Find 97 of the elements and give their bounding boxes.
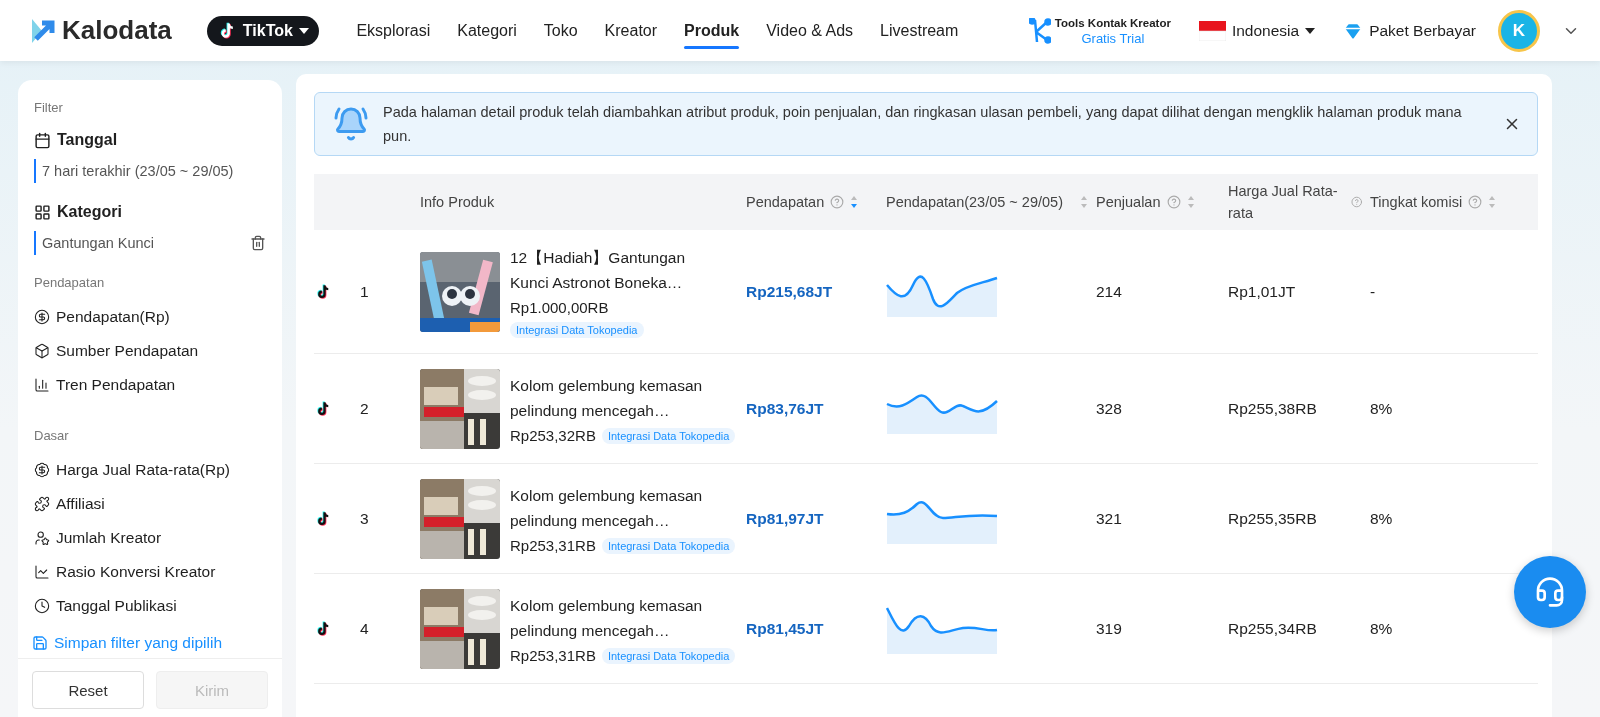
column-header: Pendapatan: [746, 193, 825, 212]
filter-option[interactable]: Rasio Konversi Kreator: [34, 561, 266, 583]
nav-tab[interactable]: Video & Ads: [752, 0, 867, 61]
filter-button[interactable]: Reset: [32, 671, 144, 709]
revenue-cell[interactable]: Rp215,68JT: [746, 282, 886, 301]
nav-tab[interactable]: Kategori: [443, 0, 531, 61]
support-button[interactable]: [1514, 556, 1586, 628]
rank-cell-text: 2: [360, 399, 370, 418]
box-icon: [34, 343, 50, 359]
logo-text: Kalodata: [62, 15, 172, 46]
avg-price-cell-text: Rp255,38RB: [1228, 399, 1318, 418]
filter-value[interactable]: 7 hari terakhir (23/05 ~ 29/05): [34, 159, 266, 183]
help-icon[interactable]: [1350, 195, 1362, 209]
caret-icon: [298, 27, 309, 34]
grid-icon: [34, 203, 51, 221]
avg-price-cell-text: Rp1,01JT: [1228, 282, 1297, 301]
puzzle-icon: [34, 496, 50, 512]
source-tag: Integrasi Data Tokopedia: [601, 427, 736, 444]
sort-icon[interactable]: [1186, 195, 1195, 209]
tools-link[interactable]: Tools Kontak Kreator Gratis Trial: [1028, 15, 1171, 46]
revenue-cell[interactable]: Rp83,76JT: [746, 399, 886, 418]
filter-option[interactable]: Tanggal Publikasi: [34, 595, 266, 617]
sort-icon[interactable]: [1488, 195, 1497, 209]
nav-tab[interactable]: Toko: [530, 0, 592, 61]
dollar-tag-icon: [34, 462, 50, 478]
dollar-icon: [34, 309, 50, 325]
save-icon: [32, 635, 48, 651]
filter-title: Kategori: [57, 203, 122, 221]
column-header: Pendapatan(23/05 ~ 29/05): [886, 193, 1063, 212]
revenue-cell[interactable]: Rp81,45JT: [746, 619, 886, 638]
revenue-cell[interactable]: Rp81,97JT: [746, 509, 886, 528]
rank-cell-text: 3: [360, 509, 370, 528]
sales-cell-text: 319: [1096, 619, 1123, 638]
tools-subtitle: Gratis Trial: [1081, 30, 1145, 46]
help-icon[interactable]: [830, 195, 845, 209]
bell-icon: [333, 106, 369, 142]
help-icon[interactable]: [1468, 195, 1483, 209]
nav-tab[interactable]: Kreator: [591, 0, 671, 61]
filter-option[interactable]: Tren Pendapatan: [34, 374, 266, 396]
rank-cell-text: 4: [360, 619, 370, 638]
filter-title: Tanggal: [57, 131, 118, 149]
notice-text: Pada halaman detail produk telah diambahkan atribut produk, poin penjualan, dan ringkasan ulasan pembeli, yang dapat dilihat dengan mengklik halaman produk mana pun.: [383, 103, 1463, 146]
nav-tab[interactable]: Eksplorasi: [342, 0, 444, 61]
headset-icon: [1534, 576, 1566, 608]
caret-icon: [1305, 27, 1316, 34]
section-label: Dasar: [34, 428, 70, 443]
sales-cell-text: 328: [1096, 399, 1123, 418]
diamond-icon: [1343, 20, 1364, 41]
sort-icon[interactable]: [1080, 195, 1088, 209]
help-icon[interactable]: [1166, 195, 1181, 209]
commission-cell-text: 8%: [1370, 619, 1394, 638]
tools-title: Tools Kontak Kreator: [1054, 15, 1171, 31]
platform-selector[interactable]: TikTok: [206, 15, 319, 46]
plan-link[interactable]: Paket Berbayar: [1343, 20, 1476, 41]
avg-price-cell-text: Rp255,34RB: [1228, 619, 1318, 638]
network-icon: [1028, 17, 1051, 44]
nav-tab[interactable]: Livestream: [866, 0, 972, 61]
flag-icon: [1198, 20, 1226, 41]
column-header: Info Produk: [420, 193, 495, 212]
sales-cell-text: 321: [1096, 509, 1123, 528]
column-header: Harga Jual Rata-rata: [1228, 182, 1339, 223]
filter-option[interactable]: Harga Jual Rata-rata(Rp): [34, 459, 266, 481]
clock-icon: [34, 598, 50, 614]
source-tag: Integrasi Data Tokopedia: [601, 537, 736, 554]
filter-option[interactable]: Affiliasi: [34, 493, 266, 515]
product-price: Rp253,32RB: [510, 427, 596, 444]
filter-option[interactable]: Jumlah Kreator: [34, 527, 266, 549]
avg-price-cell-text: Rp255,35RB: [1228, 509, 1318, 528]
sort-icon[interactable]: [850, 195, 859, 209]
source-tag: Integrasi Data Tokopedia: [510, 322, 644, 338]
product-price: Rp253,31RB: [510, 647, 596, 664]
section-label: Pendapatan: [34, 275, 106, 290]
bar-chart-icon: [34, 377, 50, 393]
product-price: Rp253,31RB: [510, 537, 596, 554]
filter-heading: Filter: [34, 100, 64, 115]
filter-option[interactable]: Sumber Pendapatan: [34, 340, 266, 362]
rank-cell-text: 1: [360, 282, 370, 301]
product-title[interactable]: Kolom gelembung kemasan pelindung mencegah…: [510, 373, 715, 423]
product-price: Rp1.000,00RB: [510, 299, 609, 316]
commission-cell-text: -: [1370, 282, 1377, 301]
column-header: Penjualan: [1096, 193, 1161, 212]
line-chart-icon: [34, 564, 50, 580]
commission-cell-text: 8%: [1370, 509, 1394, 528]
calendar-icon: [34, 131, 51, 149]
user-star-icon: [34, 530, 50, 546]
commission-cell-text: 8%: [1370, 399, 1394, 418]
product-title[interactable]: Kolom gelembung kemasan pelindung mencegah…: [510, 483, 715, 533]
trash-icon[interactable]: [250, 235, 266, 251]
nav-tab[interactable]: Produk: [670, 0, 753, 61]
filter-value[interactable]: Gantungan Kunci: [34, 231, 266, 255]
product-title[interactable]: 12【Hadiah】Gantungan Kunci Astronot Boneka…: [510, 245, 715, 295]
sales-cell-text: 214: [1096, 282, 1123, 301]
country-selector[interactable]: Indonesia: [1192, 19, 1322, 42]
product-title[interactable]: Kolom gelembung kemasan pelindung mencegah…: [510, 593, 715, 643]
filter-option[interactable]: Pendapatan(Rp): [34, 306, 266, 328]
column-header: Tingkat komisi: [1370, 193, 1463, 212]
source-tag: Integrasi Data Tokopedia: [601, 647, 736, 664]
